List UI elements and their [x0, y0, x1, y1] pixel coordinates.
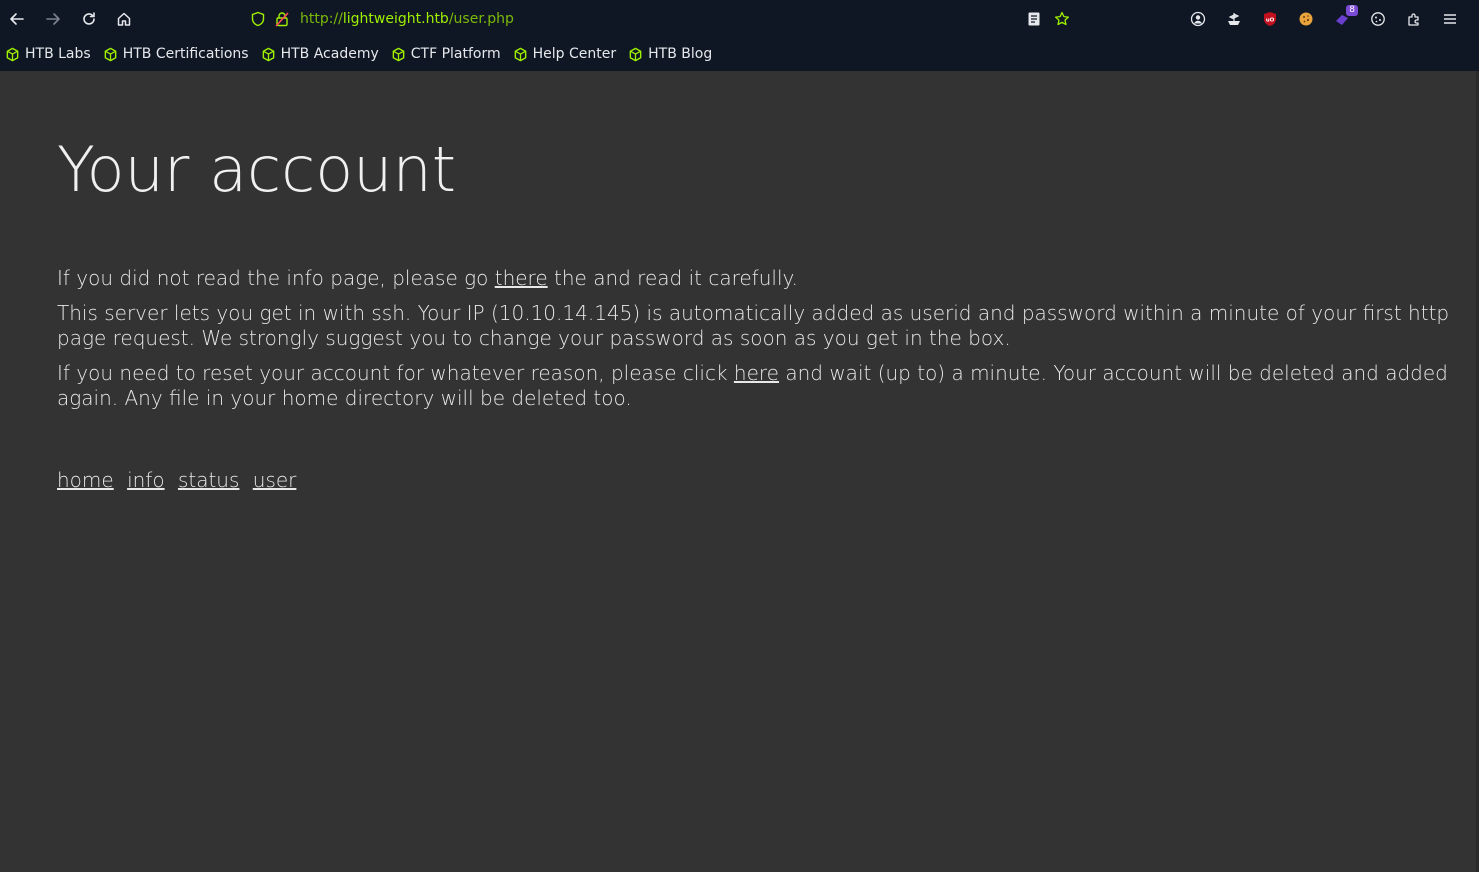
info-text-after: the and read it carefully.: [547, 266, 798, 290]
cookie-extension-button[interactable]: [1296, 9, 1316, 29]
reset-text-before: If you need to reset your account for wh…: [57, 361, 734, 385]
reload-icon: [83, 12, 95, 25]
back-button[interactable]: [4, 6, 30, 32]
menu-button[interactable]: [1440, 9, 1460, 29]
htb-cube-icon: [391, 47, 406, 62]
nav-user-link[interactable]: user: [253, 468, 297, 492]
bookmark-htb-academy[interactable]: HTB Academy: [261, 46, 379, 62]
star-icon: [1054, 11, 1070, 26]
ublock-button[interactable]: uO: [1260, 9, 1280, 29]
bookmark-label: HTB Blog: [648, 46, 713, 62]
bookmark-label: HTB Academy: [280, 46, 379, 62]
cookie-icon: [1299, 12, 1313, 26]
bookmark-htb-certifications[interactable]: HTB Certifications: [103, 46, 249, 62]
nav-info-link[interactable]: info: [127, 468, 165, 492]
nav-home-link[interactable]: home: [57, 468, 114, 492]
reset-here-link[interactable]: here: [734, 361, 779, 385]
browser-toolbar: http://lightweight.htb/user.php uO 8: [0, 0, 1479, 38]
bookmark-star-button[interactable]: [1052, 9, 1072, 29]
nav-status-link[interactable]: status: [178, 468, 239, 492]
hamburger-menu-icon: [1444, 14, 1456, 24]
home-icon: [117, 12, 131, 26]
bookmarks-toolbar: HTB Labs HTB Certifications HTB Academy …: [5, 41, 724, 67]
bookmark-htb-blog[interactable]: HTB Blog: [628, 46, 712, 62]
site-nav: home info status user: [57, 468, 303, 492]
arrow-left-icon: [10, 13, 24, 25]
account-info: If you did not read the info page, pleas…: [57, 266, 1477, 421]
url-scheme: http://: [300, 11, 343, 27]
reset-paragraph: If you need to reset your account for wh…: [57, 361, 1477, 411]
bookmark-label: CTF Platform: [410, 46, 501, 62]
bookmark-ctf-platform[interactable]: CTF Platform: [391, 46, 501, 62]
cookie-outline-icon: [1371, 12, 1385, 26]
forward-button[interactable]: [40, 6, 66, 32]
puzzle-icon: [1408, 13, 1419, 26]
account-icon: [1190, 11, 1206, 27]
bookmark-label: Help Center: [532, 46, 617, 62]
bookmark-label: HTB Labs: [25, 46, 91, 62]
reader-view-icon: [1028, 12, 1040, 26]
tracking-protection-icon[interactable]: [250, 11, 266, 27]
page-content: Your account If you did not read the inf…: [0, 71, 1479, 872]
reload-button[interactable]: [76, 6, 102, 32]
page-title: Your account: [57, 133, 457, 206]
info-there-link[interactable]: there: [495, 266, 548, 290]
bookmark-htb-labs[interactable]: HTB Labs: [5, 46, 91, 62]
extension-badge: 8: [1346, 5, 1358, 16]
pirate-ship-icon: [1228, 13, 1240, 25]
url-bar[interactable]: http://lightweight.htb/user.php: [250, 6, 1080, 32]
htb-cube-icon: [103, 47, 118, 62]
htb-cube-icon: [628, 47, 643, 62]
cookie-settings-button[interactable]: [1368, 9, 1388, 29]
url-path: /user.php: [448, 11, 514, 27]
insecure-lock-icon[interactable]: [274, 11, 290, 27]
svg-text:uO: uO: [1266, 18, 1275, 24]
bookmark-help-center[interactable]: Help Center: [513, 46, 617, 62]
hackbar-extension-button[interactable]: 8: [1332, 5, 1358, 29]
arrow-right-icon: [46, 13, 60, 25]
url-text[interactable]: http://lightweight.htb/user.php: [300, 11, 514, 27]
url-host: lightweight.htb: [342, 11, 449, 27]
ublock-shield-icon: uO: [1264, 12, 1276, 26]
extension-cookie-button[interactable]: [1224, 9, 1244, 29]
ssh-paragraph: This server lets you get in with ssh. Yo…: [57, 301, 1450, 350]
htb-cube-icon: [261, 47, 276, 62]
bookmark-label: HTB Certifications: [122, 46, 249, 62]
account-button[interactable]: [1188, 9, 1208, 29]
reader-view-button[interactable]: [1024, 9, 1044, 29]
browser-chrome: http://lightweight.htb/user.php uO 8 HTB…: [0, 0, 1479, 71]
htb-cube-icon: [513, 47, 528, 62]
info-paragraph: If you did not read the info page, pleas…: [57, 266, 1477, 291]
info-text-before: If you did not read the info page, pleas…: [57, 266, 495, 290]
home-button[interactable]: [111, 6, 137, 32]
htb-cube-icon: [5, 47, 20, 62]
extensions-button[interactable]: [1404, 9, 1424, 29]
